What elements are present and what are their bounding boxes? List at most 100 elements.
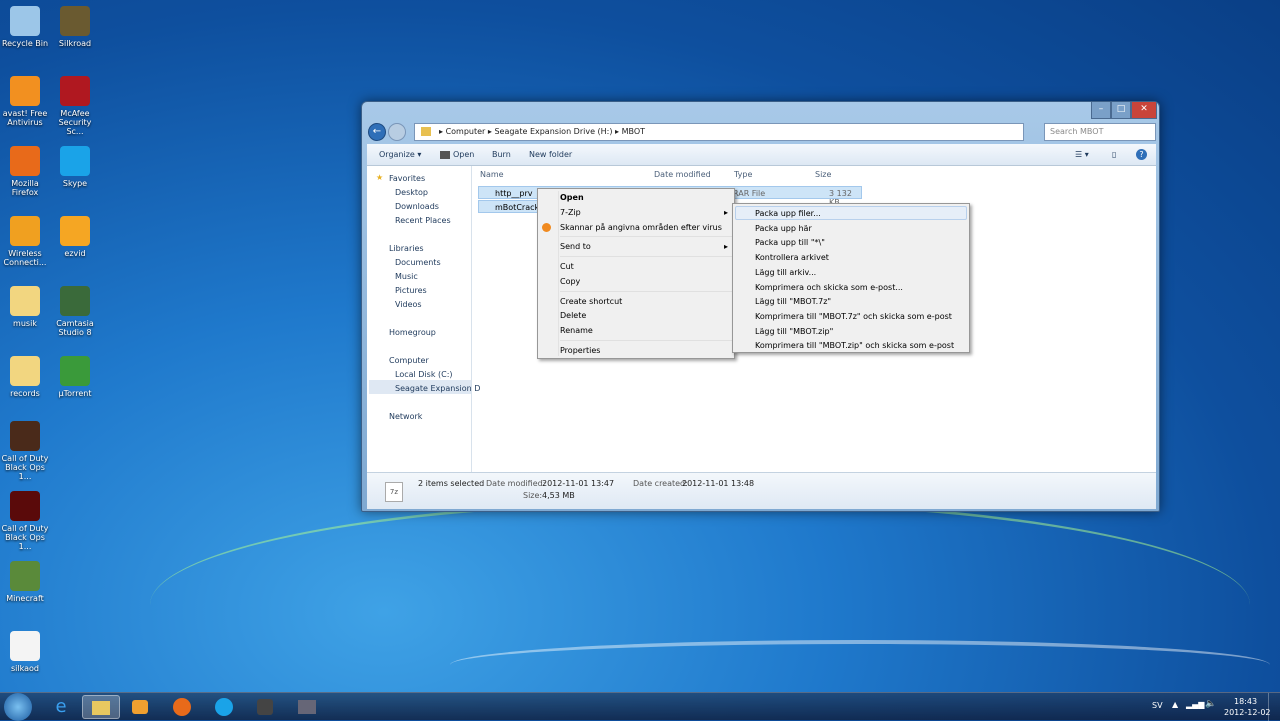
minimize-button[interactable]: – [1091,102,1111,119]
burn-button[interactable]: Burn [492,150,511,159]
context-menu-item[interactable]: Delete [560,311,586,320]
selection-count: 2 items selected [418,479,485,488]
7zip-submenu-item[interactable]: Packa upp här [755,224,812,233]
column-date-modified[interactable]: Date modified [654,170,711,179]
app-icon[interactable] [288,695,326,719]
nav-homegroup[interactable]: Homegroup [389,328,436,337]
7zip-submenu-item[interactable]: Komprimera till "MBOT.7z" och skicka som… [755,312,952,321]
wallpaper-swoosh [450,640,1270,690]
forward-button[interactable] [388,123,406,141]
7zip-submenu-item[interactable]: Komprimera och skicka som e-post... [755,283,903,292]
maximize-button[interactable]: □ [1111,102,1131,119]
nav-libraries[interactable]: Libraries [389,244,424,253]
context-menu-item[interactable]: 7-Zip [560,208,581,217]
context-menu-item[interactable]: Send to [560,242,591,251]
nav-desktop[interactable]: Desktop [395,188,428,197]
address-bar[interactable]: ▸ Computer ▸ Seagate Expansion Drive (H:… [414,123,1024,141]
organize-button[interactable]: Organize ▾ [379,150,421,159]
desktop-icon[interactable]: ezvid [49,216,101,258]
desktop-icon[interactable]: records [0,356,51,398]
desktop-icon[interactable]: Camtasia Studio 8 [49,286,101,337]
file-row[interactable]: mBotCrack [478,200,540,213]
media-player-icon[interactable] [121,695,159,719]
desktop-icon[interactable]: musik [0,286,51,328]
context-menu-item[interactable]: Skannar på angivna områden efter virus [560,223,722,232]
desktop-icon[interactable]: Wireless Connecti... [0,216,51,267]
desktop-icon[interactable]: silkaod [0,631,51,673]
nav-videos[interactable]: Videos [395,300,422,309]
label: Date modified: [486,479,546,488]
desktop-icon[interactable]: Call of Duty Black Ops 1... [0,491,51,551]
desktop-icon[interactable]: µTorrent [49,356,101,398]
help-icon[interactable]: ? [1136,149,1147,160]
volume-icon[interactable]: 🔈 [1205,699,1216,709]
7zip-submenu-item[interactable]: Lägg till "MBOT.zip" [755,327,833,336]
show-hidden-icons[interactable]: ▲ [1172,700,1178,709]
file-type: RAR File [733,189,766,198]
show-desktop-button[interactable] [1268,693,1280,721]
search-input[interactable]: Search MBOT [1044,123,1156,141]
skype-icon[interactable] [205,695,243,719]
7zip-submenu-item[interactable]: Komprimera till "MBOT.zip" och skicka so… [755,341,954,350]
desktop-icon-label: records [10,389,40,398]
clock-time[interactable]: 18:43 [1234,697,1257,706]
internet-explorer-icon[interactable]: e [42,695,80,719]
desktop-icon[interactable]: Recycle Bin [0,6,51,48]
7zip-submenu-item[interactable]: Kontrollera arkivet [755,253,829,262]
desktop-icon[interactable]: Silkroad [49,6,101,48]
desktop-icon-label: Mozilla Firefox [11,179,39,197]
context-menu-item[interactable]: Create shortcut [560,297,622,306]
preview-pane-icon[interactable]: ▯ [1112,150,1116,159]
nav-network[interactable]: Network [389,412,422,421]
nav-local-disk[interactable]: Local Disk (C:) [395,370,453,379]
context-menu-item[interactable]: Properties [560,346,600,355]
column-name[interactable]: Name [480,170,504,179]
nav-recent-places[interactable]: Recent Places [395,216,451,225]
menu-gutter-divider [558,191,559,356]
nav-seagate-drive[interactable]: Seagate Expansion D [395,384,480,393]
nav-documents[interactable]: Documents [395,258,441,267]
clock-date[interactable]: 2012-12-02 [1224,708,1271,717]
column-size[interactable]: Size [815,170,831,179]
close-button[interactable]: ✕ [1131,102,1157,119]
file-name: mBotCrack [495,203,540,212]
breadcrumb-item[interactable]: Seagate Expansion Drive (H:) [494,127,612,136]
7zip-submenu-item[interactable]: Packa upp filer... [755,209,821,218]
language-indicator[interactable]: SV [1152,701,1163,710]
nav-computer[interactable]: Computer [389,356,429,365]
desktop-icon[interactable]: Minecraft [0,561,51,603]
context-menu-item[interactable]: Rename [560,326,593,335]
open-button[interactable]: Open [453,150,474,159]
desktop-icon[interactable]: McAfee Security Sc... [49,76,101,136]
start-button[interactable] [4,693,32,721]
context-menu-item[interactable]: Copy [560,277,580,286]
breadcrumb-item[interactable]: MBOT [622,127,645,136]
nav-music[interactable]: Music [395,272,418,281]
nav-favorites[interactable]: Favorites [389,174,425,183]
desktop-icon-label: silkaod [11,664,39,673]
desktop-icon[interactable]: Call of Duty Black Ops 1... [0,421,51,481]
desktop-icon[interactable]: avast! Free Antivirus [0,76,51,127]
desktop-icon-label: Silkroad [58,39,92,48]
new-folder-button[interactable]: New folder [529,150,572,159]
7zip-submenu-item[interactable]: Lägg till arkiv... [755,268,816,277]
back-button[interactable]: ← [368,123,386,141]
firefox-icon[interactable] [163,695,201,719]
breadcrumb-item[interactable]: Computer [446,127,486,136]
windows-explorer-taskbar-button[interactable] [82,695,120,719]
desktop-icon-label: Recycle Bin [1,39,49,48]
7zip-submenu-item[interactable]: Lägg till "MBOT.7z" [755,297,831,306]
nav-pictures[interactable]: Pictures [395,286,427,295]
context-menu-item[interactable]: Open [560,193,584,202]
nav-downloads[interactable]: Downloads [395,202,439,211]
network-signal-icon[interactable]: ▂▄▆ [1186,700,1204,709]
app-icon [10,286,40,316]
column-type[interactable]: Type [734,170,752,179]
steam-icon[interactable] [246,695,284,719]
context-menu-item[interactable]: Cut [560,262,574,271]
desktop-icon-label: Call of Duty Black Ops 1... [1,524,49,551]
view-options-icon[interactable]: ☰ ▾ [1075,150,1089,159]
desktop-icon[interactable]: Mozilla Firefox [0,146,51,197]
7zip-submenu-item[interactable]: Packa upp till "*\" [755,238,825,247]
desktop-icon[interactable]: Skype [49,146,101,188]
